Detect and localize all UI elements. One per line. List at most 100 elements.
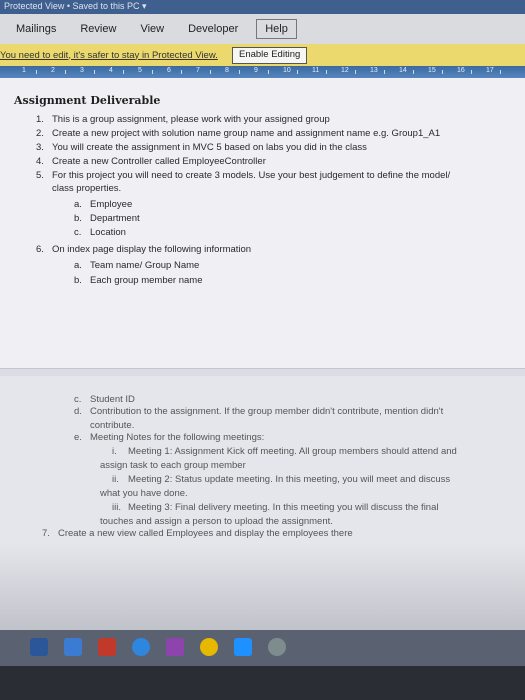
list-text: This is a group assignment, please work … — [52, 114, 330, 125]
list-item: iii. Meeting 3: Final delivery meeting. I… — [112, 502, 438, 514]
word-icon[interactable] — [30, 638, 48, 656]
ruler-number: 10 — [283, 67, 291, 74]
list-item: c. Location — [74, 227, 126, 239]
list-text: You will create the assignment in MVC 5 … — [52, 142, 367, 153]
tab-view[interactable]: View — [128, 19, 176, 39]
list-item: 4. Create a new Controller called Employe… — [36, 156, 266, 168]
page-2: c. Student ID d. Contribution to the assign… — [0, 376, 525, 630]
list-marker: a. — [74, 260, 82, 271]
ruler-tick — [297, 70, 298, 74]
list-marker: 1. — [36, 114, 44, 125]
ruler-tick — [500, 70, 501, 74]
taskbar — [0, 630, 525, 700]
list-item: d. Contribution to the assignment. If the… — [74, 406, 444, 418]
list-text: Create a new view called Employees and d… — [58, 528, 353, 539]
list-text: Location — [90, 227, 126, 238]
title-bar: Protected View • Saved to this PC ▾ — [0, 0, 525, 14]
ruler-tick — [268, 70, 269, 74]
ruler-number: 9 — [254, 67, 258, 74]
ruler-tick — [65, 70, 66, 74]
tab-review[interactable]: Review — [68, 19, 128, 39]
list-marker: d. — [74, 406, 82, 417]
list-text: what you have done. — [100, 488, 188, 499]
ruler-number: 4 — [109, 67, 113, 74]
document-heading: Assignment Deliverable — [14, 94, 161, 107]
list-text: For this project you will need to create… — [52, 170, 451, 181]
list-text: Employee — [90, 199, 133, 210]
ruler-tick — [442, 70, 443, 74]
enable-editing-button[interactable]: Enable Editing — [232, 47, 308, 64]
photos-icon[interactable] — [98, 638, 116, 656]
list-text: Create a new project with solution name … — [52, 128, 441, 139]
tab-mailings[interactable]: Mailings — [4, 19, 68, 39]
list-marker: i. — [112, 446, 117, 457]
ruler-number: 16 — [457, 67, 465, 74]
document-page[interactable]: Assignment Deliverable 1. This is a group… — [0, 78, 525, 630]
ruler-number: 3 — [80, 67, 84, 74]
ruler-number: 2 — [51, 67, 55, 74]
ruler-number: 7 — [196, 67, 200, 74]
ruler-number: 14 — [399, 67, 407, 74]
protected-view-message: You need to edit, it's safer to stay in … — [0, 49, 218, 61]
list-text: Team name/ Group Name — [90, 260, 200, 271]
list-text: assign task to each group member — [100, 460, 246, 471]
ruler-tick — [384, 70, 385, 74]
ruler[interactable]: 1 2 3 4 5 6 7 8 9 10 11 12 13 14 15 16 17 — [0, 66, 525, 78]
list-text: Each group member name — [90, 275, 203, 286]
ruler-tick — [94, 70, 95, 74]
list-text: Student ID — [90, 394, 135, 405]
ruler-number: 15 — [428, 67, 436, 74]
chrome-icon[interactable] — [200, 638, 218, 656]
list-marker: 3. — [36, 142, 44, 153]
list-item: b. Each group member name — [74, 275, 203, 287]
list-item: 1. This is a group assignment, please wor… — [36, 114, 330, 126]
ruler-number: 6 — [167, 67, 171, 74]
tab-help[interactable]: Help — [256, 19, 297, 39]
media-icon[interactable] — [166, 638, 184, 656]
ruler-tick — [152, 70, 153, 74]
list-item: i. Meeting 1: Assignment Kick off meeting… — [112, 446, 457, 458]
store-icon[interactable] — [234, 638, 252, 656]
list-text: Meeting Notes for the following meetings… — [90, 432, 265, 443]
ruler-number: 1 — [22, 67, 26, 74]
list-text: Meeting 1: Assignment Kick off meeting. … — [128, 446, 457, 457]
tab-developer[interactable]: Developer — [176, 19, 250, 39]
ruler-tick — [123, 70, 124, 74]
list-marker: b. — [74, 275, 82, 286]
list-marker: 5. — [36, 170, 44, 181]
list-marker: 6. — [36, 244, 44, 255]
list-item: what you have done. — [100, 488, 188, 500]
ruler-tick — [36, 70, 37, 74]
list-marker: c. — [74, 394, 82, 405]
list-item: 7. Create a new view called Employees and… — [42, 528, 353, 540]
list-marker: ii. — [112, 474, 119, 485]
ruler-tick — [355, 70, 356, 74]
list-item: class properties. — [52, 183, 121, 195]
page-1: Assignment Deliverable 1. This is a group… — [0, 78, 525, 368]
ruler-number: 8 — [225, 67, 229, 74]
list-text: touches and assign a person to upload th… — [100, 516, 333, 527]
list-item: 6. On index page display the following in… — [36, 244, 252, 256]
list-text: Contribution to the assignment. If the g… — [90, 406, 444, 417]
start-icon[interactable] — [64, 638, 82, 656]
ruler-tick — [210, 70, 211, 74]
list-marker: iii. — [112, 502, 121, 513]
ruler-tick — [239, 70, 240, 74]
ruler-number: 11 — [312, 67, 320, 74]
list-text: Department — [90, 213, 140, 224]
list-item: contribute. — [90, 420, 134, 432]
ruler-tick — [326, 70, 327, 74]
list-text: class properties. — [52, 183, 122, 194]
list-item: 2. Create a new project with solution nam… — [36, 128, 441, 140]
list-item: ii. Meeting 2: Status update meeting. In … — [112, 474, 450, 486]
title-text: Protected View • Saved to this PC ▾ — [4, 1, 147, 11]
ruler-number: 12 — [341, 67, 349, 74]
list-marker: a. — [74, 199, 82, 210]
list-marker: 2. — [36, 128, 44, 139]
ruler-number: 13 — [370, 67, 378, 74]
list-marker: 7. — [42, 528, 50, 539]
list-text: On index page display the following info… — [52, 244, 252, 255]
ruler-tick — [413, 70, 414, 74]
edge-icon[interactable] — [132, 638, 150, 656]
settings-icon[interactable] — [268, 638, 286, 656]
